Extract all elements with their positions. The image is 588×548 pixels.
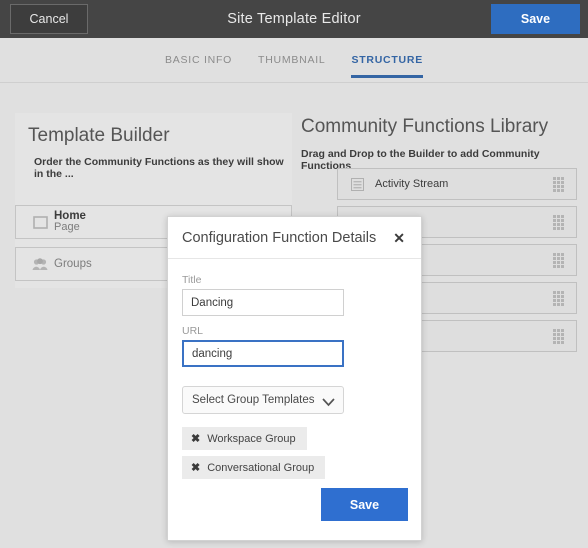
configuration-function-details-dialog: Configuration Function Details ✕ Title U…	[167, 216, 422, 541]
group-templates-select[interactable]: Select Group Templates	[182, 386, 344, 414]
drag-handle-icon[interactable]	[553, 329, 565, 344]
builder-row-home-text: Home Page	[54, 210, 86, 234]
tab-thumbnail[interactable]: THUMBNAIL	[258, 54, 325, 78]
chip-label: Workspace Group	[207, 432, 296, 445]
list-icon	[349, 177, 365, 191]
tab-structure[interactable]: STRUCTURE	[351, 54, 423, 78]
builder-row-home-kind: Page	[54, 221, 80, 234]
builder-row-groups-name: Groups	[54, 258, 92, 270]
tab-basic-info[interactable]: BASIC INFO	[165, 54, 232, 78]
selected-group-templates: ✖ Workspace Group ✖ Conversational Group	[182, 427, 407, 485]
chip-conversational-group[interactable]: ✖ Conversational Group	[182, 456, 326, 479]
library-title: Community Functions Library	[301, 116, 549, 137]
url-field-label: URL	[182, 325, 204, 337]
remove-icon[interactable]: ✖	[191, 432, 200, 445]
remove-icon[interactable]: ✖	[191, 461, 200, 474]
drag-handle-icon[interactable]	[553, 215, 565, 230]
library-row-label: Activity Stream	[375, 178, 449, 190]
drag-handle-icon[interactable]	[553, 253, 565, 268]
group-templates-select-wrap: Select Group Templates	[182, 386, 344, 414]
editor-tabs: BASIC INFO THUMBNAIL STRUCTURE	[0, 38, 588, 83]
chip-label: Conversational Group	[207, 461, 315, 474]
title-field-label: Title	[182, 274, 202, 286]
dialog-title: Configuration Function Details	[182, 229, 377, 246]
close-icon[interactable]: ✕	[391, 229, 407, 247]
template-builder-subtitle: Order the Community Functions as they wi…	[34, 156, 284, 180]
drag-handle-icon[interactable]	[553, 291, 565, 306]
template-builder-title: Template Builder	[28, 125, 170, 146]
chip-workspace-group[interactable]: ✖ Workspace Group	[182, 427, 307, 450]
dialog-save-button[interactable]: Save	[321, 488, 408, 521]
drag-handle-icon[interactable]	[553, 177, 565, 192]
url-input[interactable]	[182, 340, 344, 367]
dialog-body: Title URL Select Group Templates ✖ Works…	[168, 259, 421, 485]
dialog-header: Configuration Function Details ✕	[168, 217, 421, 259]
library-row-activity-stream[interactable]: Activity Stream	[337, 168, 577, 200]
cancel-button[interactable]: Cancel	[10, 4, 88, 34]
save-button[interactable]: Save	[491, 4, 580, 34]
app-top-bar: Cancel Site Template Editor Save	[0, 0, 588, 38]
title-input[interactable]	[182, 289, 344, 316]
page-icon	[26, 215, 54, 229]
library-subtitle: Drag and Drop to the Builder to add Comm…	[301, 148, 540, 172]
groups-icon	[26, 257, 54, 271]
